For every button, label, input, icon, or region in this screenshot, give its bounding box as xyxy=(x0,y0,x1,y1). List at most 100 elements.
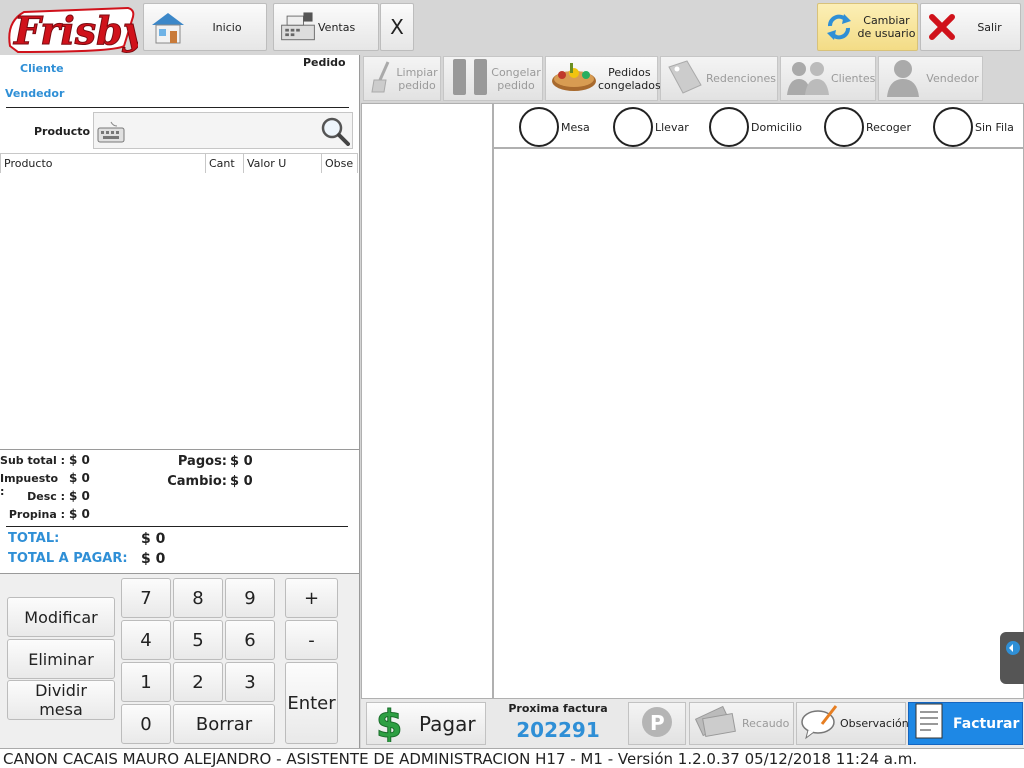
total-pagar-label: TOTAL A PAGAR: xyxy=(8,551,128,566)
close-label: X xyxy=(390,15,404,39)
radio-circle[interactable] xyxy=(933,107,973,147)
sin-fila-radio[interactable]: Sin Fila xyxy=(933,107,1014,147)
minus-label: - xyxy=(308,629,315,651)
limpiar-pedido-button[interactable]: Limpiar pedido xyxy=(363,56,441,101)
cambio-value: $ 0 xyxy=(230,474,253,489)
facturar-label: Facturar xyxy=(953,715,1020,732)
col-obse: Obse xyxy=(321,153,358,174)
keyboard-icon[interactable] xyxy=(97,120,125,148)
action-toolbar: Limpiar pedido Congelar pedido Pedidos cong… xyxy=(361,55,1024,102)
ventas-button[interactable]: Ventas xyxy=(273,3,379,51)
pagar-button[interactable]: $ Pagar xyxy=(366,702,486,747)
col-cant: Cant xyxy=(205,153,244,174)
dividir-label: Dividir xyxy=(35,681,87,700)
recoger-radio[interactable]: Recoger xyxy=(824,107,911,147)
total-value: $ 0 xyxy=(141,531,166,547)
parking-button[interactable]: P xyxy=(628,702,686,745)
products-panel[interactable] xyxy=(493,148,1024,699)
observacion-button[interactable]: Observación xyxy=(796,702,909,745)
key-1[interactable]: 1 xyxy=(121,662,171,702)
key-7[interactable]: 7 xyxy=(121,578,171,618)
llevar-label: Llevar xyxy=(655,120,689,134)
key-9[interactable]: 9 xyxy=(225,578,275,618)
recaudo-button[interactable]: Recaudo xyxy=(689,702,794,745)
vendedor-button[interactable]: Vendedor xyxy=(878,56,983,101)
clientes-button[interactable]: Clientes xyxy=(780,56,876,101)
side-panel-handle[interactable] xyxy=(1000,632,1024,684)
pedidos-congelados-button[interactable]: Pedidos congelados xyxy=(545,56,661,101)
dividir-mesa-button[interactable]: Dividir mesa xyxy=(7,680,115,720)
col-valor-u: Valor U xyxy=(243,153,322,174)
congelar-label: Congelar pedido xyxy=(491,65,541,92)
enter-button[interactable]: Enter xyxy=(285,662,338,744)
table-header-row: Producto Cant Valor U Obse xyxy=(0,153,358,174)
congelar-pedido-button[interactable]: Congelar pedido xyxy=(443,56,543,101)
key-4[interactable]: 4 xyxy=(121,620,171,660)
impuesto-value: $ 0 xyxy=(69,471,90,485)
key-5-label: 5 xyxy=(192,629,204,651)
order-type-selector: Mesa Llevar Domicilio Recoger Sin Fila xyxy=(493,103,1024,148)
comment-icon xyxy=(800,702,840,745)
facturar-button[interactable]: Facturar xyxy=(908,702,1023,745)
subtotal-label: Sub total : xyxy=(0,454,65,467)
mesa-radio[interactable]: Mesa xyxy=(519,107,590,147)
svg-text:$: $ xyxy=(376,702,402,742)
borrar-button[interactable]: Borrar xyxy=(173,704,275,744)
domicilio-radio[interactable]: Domicilio xyxy=(709,107,802,147)
product-list[interactable] xyxy=(0,173,359,449)
key-6[interactable]: 6 xyxy=(225,620,275,660)
proxima-factura-label: Proxima factura xyxy=(508,702,608,715)
eliminar-button[interactable]: Eliminar xyxy=(7,639,115,679)
inicio-button[interactable]: Inicio xyxy=(143,3,267,51)
key-3-label: 3 xyxy=(244,671,256,693)
category-panel[interactable] xyxy=(361,103,493,699)
cambiar-usuario-label: Cambiar de usuario xyxy=(857,14,916,40)
key-2[interactable]: 2 xyxy=(173,662,223,702)
key-5[interactable]: 5 xyxy=(173,620,223,660)
keypad-area: Modificar Eliminar Dividir mesa 7 8 9 4 … xyxy=(0,574,359,748)
modificar-button[interactable]: Modificar xyxy=(7,597,115,637)
vendedor-btn-label: Vendedor xyxy=(926,72,979,85)
radio-circle[interactable] xyxy=(709,107,749,147)
col-producto: Producto xyxy=(0,153,206,174)
cambio-label: Cambio: xyxy=(167,474,227,489)
search-icon[interactable] xyxy=(320,116,350,150)
pedidos-congelados-label: Pedidos congelados xyxy=(598,65,661,92)
minus-button[interactable]: - xyxy=(285,620,338,660)
refresh-icon xyxy=(822,7,856,47)
radio-circle[interactable] xyxy=(613,107,653,147)
key-0[interactable]: 0 xyxy=(121,704,171,744)
cambiar-usuario-button[interactable]: Cambiar de usuario xyxy=(817,3,918,51)
key-3[interactable]: 3 xyxy=(225,662,275,702)
salir-button[interactable]: Salir xyxy=(920,3,1021,51)
enter-label: Enter xyxy=(287,692,336,714)
cash-register-icon xyxy=(278,7,318,47)
llevar-radio[interactable]: Llevar xyxy=(613,107,689,147)
plus-button[interactable]: + xyxy=(285,578,338,618)
cliente-label[interactable]: Cliente xyxy=(20,62,64,75)
limpiar-label: Limpiar pedido xyxy=(396,65,438,92)
redenciones-button[interactable]: Redenciones xyxy=(660,56,778,101)
food-table-icon xyxy=(550,57,598,100)
key-8-label: 8 xyxy=(192,587,204,609)
close-ventas-button[interactable]: X xyxy=(380,3,414,51)
sale-tag-icon xyxy=(665,57,705,100)
sin-fila-label: Sin Fila xyxy=(975,120,1014,134)
bottom-action-bar: $ Pagar Proxima factura 202291 P Recaudo… xyxy=(361,699,1024,748)
radio-circle[interactable] xyxy=(824,107,864,147)
home-icon xyxy=(148,7,188,47)
desc-label: Desc : xyxy=(27,490,65,503)
producto-input[interactable] xyxy=(130,119,310,143)
key-8[interactable]: 8 xyxy=(173,578,223,618)
key-6-label: 6 xyxy=(244,629,256,651)
order-panel: Cliente Pedido Vendedor Producto Product… xyxy=(0,55,360,748)
radio-circle[interactable] xyxy=(519,107,559,147)
totals-panel: Sub total : $ 0 Impuesto : $ 0 Desc : $ … xyxy=(0,453,359,571)
key-7-label: 7 xyxy=(140,587,152,609)
money-icon xyxy=(694,702,738,745)
producto-search-field[interactable] xyxy=(93,112,353,149)
svg-text:Frisby: Frisby xyxy=(13,8,138,53)
key-0-label: 0 xyxy=(140,713,152,735)
vendedor-label[interactable]: Vendedor xyxy=(5,87,64,100)
total-pagar-value: $ 0 xyxy=(141,551,166,567)
